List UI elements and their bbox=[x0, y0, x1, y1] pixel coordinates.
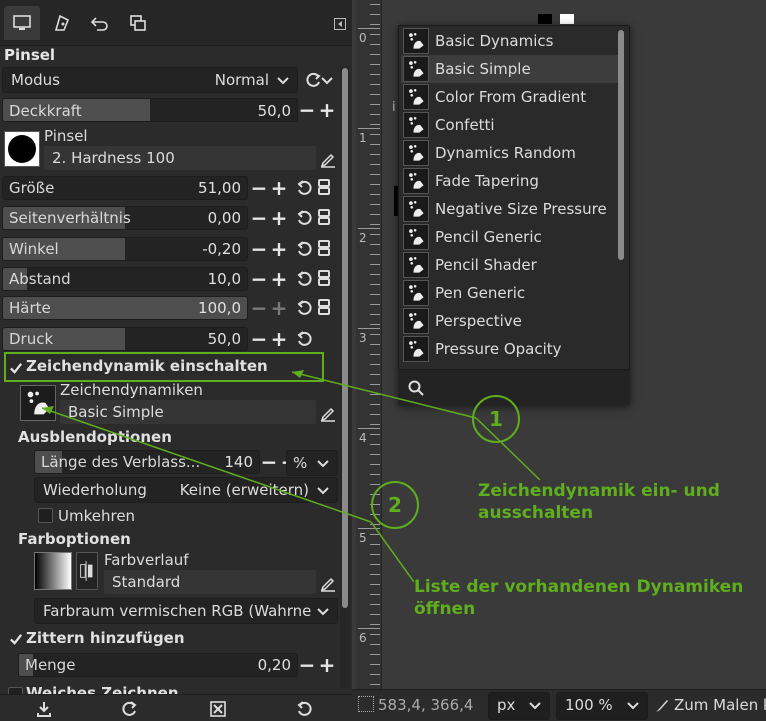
annotation-marker-2: 2 bbox=[371, 481, 419, 529]
annotation-text-1-line-1: Zeichendynamik ein- und bbox=[478, 481, 720, 501]
annotation-text-2-line-2: öffnen bbox=[414, 599, 476, 619]
annotation-text-1: Zeichendynamik ein- und ausschalten bbox=[478, 480, 720, 524]
annotation-text-1-line-2: ausschalten bbox=[478, 503, 594, 523]
annotation-marker-1: 1 bbox=[472, 395, 520, 443]
annotation-text-2-line-1: Liste der vorhandenen Dynamiken bbox=[414, 577, 744, 597]
annotation-text-2: Liste der vorhandenen Dynamiken öffnen bbox=[414, 576, 743, 620]
